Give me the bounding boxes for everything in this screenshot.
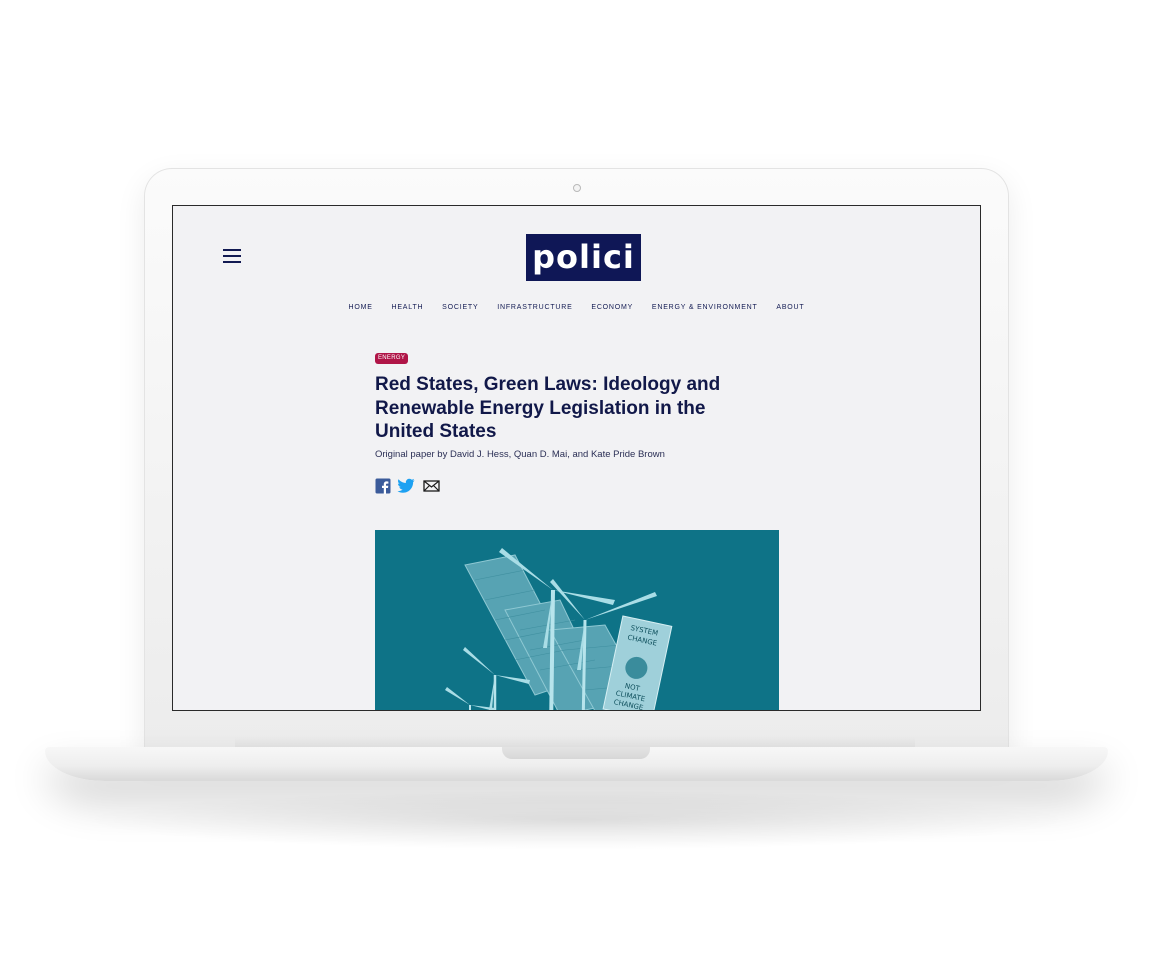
main-nav: HOME HEALTH SOCIETY INFRASTRUCTURE ECONO… [173, 304, 980, 311]
nav-item-home[interactable]: HOME [349, 304, 373, 311]
nav-item-health[interactable]: HEALTH [391, 304, 423, 311]
wind-turbines-solar-panels-image: SYSTEM CHANGE NOT CLIMATE CHANGE [375, 530, 779, 710]
nav-item-energy-environment[interactable]: ENERGY & ENVIRONMENT [652, 304, 758, 311]
hamburger-menu-icon[interactable] [223, 249, 241, 263]
nav-item-society[interactable]: SOCIETY [442, 304, 478, 311]
article-title: Red States, Green Laws: Ideology and Ren… [375, 373, 755, 444]
laptop-shadow [80, 790, 1073, 850]
email-icon[interactable] [423, 478, 440, 494]
category-tag[interactable]: ENERGY [375, 353, 409, 364]
site-logo[interactable]: polici [526, 234, 641, 281]
twitter-icon[interactable] [397, 478, 415, 494]
facebook-icon[interactable] [375, 478, 391, 494]
nav-item-about[interactable]: ABOUT [776, 304, 804, 311]
article-title-line: Red States, Green Laws: Ideology and [375, 374, 721, 395]
laptop-screen: polici HOME HEALTH SOCIETY INFRASTRUCTUR… [172, 205, 981, 711]
article-title-line: Renewable Energy Legislation in the [375, 397, 706, 419]
article-title-line: United States [375, 421, 497, 442]
nav-item-infrastructure[interactable]: INFRASTRUCTURE [497, 304, 572, 311]
nav-item-economy[interactable]: ECONOMY [591, 304, 633, 311]
webcam [573, 184, 581, 192]
article-byline: Original paper by David J. Hess, Quan D.… [375, 449, 665, 460]
laptop-notch [502, 747, 650, 759]
